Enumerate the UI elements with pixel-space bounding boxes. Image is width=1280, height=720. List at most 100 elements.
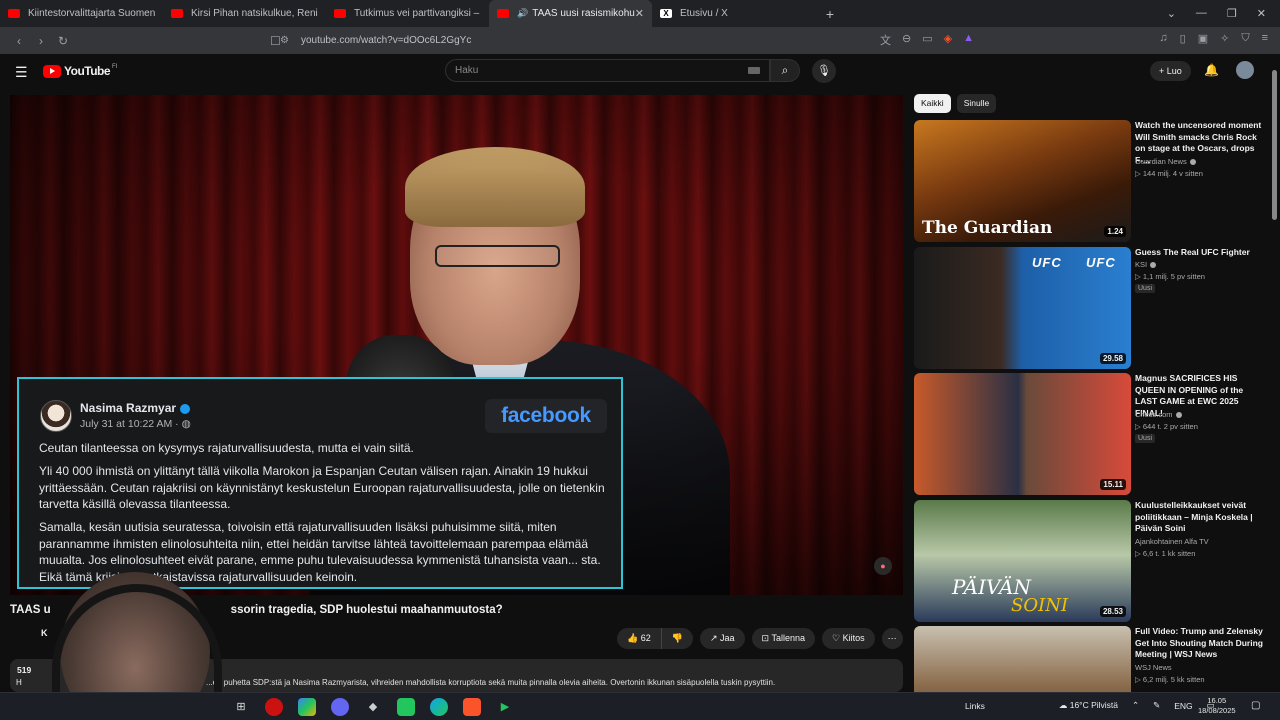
recommendation-item[interactable]: 15.11 Magnus SACRIFICES HIS QUEEN IN OPE… xyxy=(914,373,1264,495)
extensions-icon[interactable]: ✧ xyxy=(1220,32,1229,45)
search-button[interactable]: ⌕ xyxy=(770,59,800,82)
recommendation-item[interactable]: PÄIVÄN SOINI 28.53 Kuulustelleikkaukset … xyxy=(914,500,1264,622)
rec-meta: ▷ 1,1 milj. 5 pv sitten xyxy=(1135,272,1205,281)
video-thumbnail[interactable]: PÄIVÄN SOINI 28.53 xyxy=(914,500,1131,622)
forward-icon[interactable]: › xyxy=(30,34,52,48)
speaker-icon[interactable]: 🔊 xyxy=(517,8,528,19)
minimize-icon[interactable]: — xyxy=(1196,7,1207,20)
wallet-icon[interactable]: ▣ xyxy=(1198,32,1208,45)
tray-chevron-icon[interactable]: ⌃ xyxy=(1132,700,1139,711)
share-button[interactable]: ↗ Jaa xyxy=(699,628,745,649)
play-app-icon[interactable]: ▶ xyxy=(496,698,514,716)
brave-rewards-icon[interactable]: ▲ xyxy=(963,32,974,48)
more-actions-button[interactable]: ⋯ xyxy=(881,628,903,649)
site-info-icon[interactable]: ⚙ xyxy=(280,35,289,46)
browser-tab[interactable]: Kirsi Pihan natsikulkue, Reni heittiti..… xyxy=(163,0,326,27)
rec-channel[interactable]: WSJ News xyxy=(1135,663,1172,672)
avatar[interactable] xyxy=(1236,61,1254,79)
thanks-button[interactable]: ♡ Kiitos xyxy=(821,628,875,649)
fb-author-avatar xyxy=(40,400,72,432)
recommendation-item[interactable]: Full Video: Trump and Zelensky Get Into … xyxy=(914,626,1264,692)
youtube-logo[interactable]: YouTube FI xyxy=(43,64,117,78)
rec-title[interactable]: Kuulustelleikkaukset veivät poliitikkaan… xyxy=(1135,500,1263,535)
weather-widget[interactable]: ☁ 16°C Pilvistä xyxy=(1059,700,1118,711)
zoom-icon[interactable]: ⊖ xyxy=(902,32,911,48)
youtube-icon xyxy=(497,9,509,18)
video-actions: 👍 62 👎 ↗ Jaa ⊡ Tallenna ♡ Kiitos ⋯ xyxy=(617,628,903,649)
facebook-post-overlay: Nasima Razmyar July 31 at 10:22 AM · ◍ f… xyxy=(17,377,623,589)
chip-all[interactable]: Kaikki xyxy=(914,94,951,113)
opera-icon[interactable] xyxy=(265,698,283,716)
save-button[interactable]: ⊡ Tallenna xyxy=(751,628,815,649)
pen-icon[interactable]: ✎ xyxy=(1153,700,1160,711)
menu-icon[interactable]: ≡ xyxy=(1262,32,1268,45)
keyboard-icon[interactable] xyxy=(748,67,760,74)
spreadsheet-icon[interactable] xyxy=(397,698,415,716)
recommendation-item[interactable]: UFC UFC 29.58 Guess The Real UFC Fighter… xyxy=(914,247,1264,369)
rec-title[interactable]: Full Video: Trump and Zelensky Get Into … xyxy=(1135,626,1263,661)
rec-meta: ▷ 644 t. 2 pv sitten xyxy=(1135,422,1198,431)
close-tab-icon[interactable]: ✕ xyxy=(635,7,644,20)
edge-icon[interactable] xyxy=(430,698,448,716)
clock[interactable]: 16.05 18/08/2025 xyxy=(1198,696,1236,716)
video-thumbnail[interactable] xyxy=(914,626,1131,692)
cast-icon[interactable]: ▭ xyxy=(922,32,932,48)
window-controls: ⌄ — ❐ ✕ xyxy=(1167,7,1280,20)
notification-icon[interactable]: ▢ xyxy=(1251,700,1260,711)
windows-taskbar: ⊞ ◆ ▶ Links ☁ 16°C Pilvistä ⌃ ✎ ENG ▭ 16… xyxy=(0,692,1280,720)
reload-icon[interactable]: ↻ xyxy=(52,34,74,48)
messenger-icon[interactable] xyxy=(331,698,349,716)
browser-tab-active[interactable]: 🔊TAAS uusi rasismikohu, WOK...✕ xyxy=(489,0,652,27)
create-button[interactable]: + Luo xyxy=(1150,61,1191,81)
video-thumbnail[interactable]: 15.11 xyxy=(914,373,1131,495)
verified-icon xyxy=(1189,159,1196,166)
dislike-button[interactable]: 👎 xyxy=(662,628,683,649)
video-thumbnail[interactable]: The Guardian 1.24 xyxy=(914,120,1131,242)
browser-tab[interactable]: Tutkimus vei parttivangiksi – Atte Ka... xyxy=(326,0,489,27)
youtube-play-icon xyxy=(43,64,61,78)
language-indicator[interactable]: ENG xyxy=(1174,701,1192,711)
vpn-icon[interactable]: ⛉ xyxy=(1241,32,1249,45)
shield-app-icon[interactable]: ◆ xyxy=(364,698,382,716)
duration-badge: 29.58 xyxy=(1099,353,1126,364)
voice-search-button[interactable]: 🎙 xyxy=(812,59,836,83)
taskbar-apps: ⊞ ◆ ▶ xyxy=(232,698,514,716)
channel-watermark-icon[interactable]: ● xyxy=(874,557,892,575)
scrollbar-thumb[interactable] xyxy=(1272,70,1277,220)
scrollbar[interactable] xyxy=(1270,58,1278,692)
youtube-header: ☰ YouTube FI Haku ⌕ 🎙 + Luo 🔔 xyxy=(0,54,1280,88)
more-icon: ⋯ xyxy=(887,633,897,643)
recommendation-item[interactable]: The Guardian 1.24 Watch the uncensored m… xyxy=(914,120,1264,242)
browser-tab[interactable]: Kiintestorvalittajarta Suomen suos... xyxy=(0,0,163,27)
maximize-icon[interactable]: ❐ xyxy=(1227,7,1237,20)
new-badge: Uusi xyxy=(1135,284,1156,293)
back-icon[interactable]: ‹ xyxy=(8,34,30,48)
heart-dollar-icon: ♡ xyxy=(831,633,841,643)
sidebar-icon[interactable]: ▯ xyxy=(1180,32,1186,45)
hamburger-menu-icon[interactable]: ☰ xyxy=(15,64,28,81)
close-window-icon[interactable]: ✕ xyxy=(1257,7,1266,20)
bell-icon[interactable]: 🔔 xyxy=(1204,63,1219,77)
media-icon[interactable]: ♫ xyxy=(1159,32,1167,45)
search-input[interactable]: Haku xyxy=(445,59,770,82)
translate-icon[interactable]: 文 xyxy=(880,32,891,48)
rec-channel[interactable]: Chess.com xyxy=(1135,410,1182,419)
app-icon[interactable] xyxy=(298,698,316,716)
brave-shield-icon[interactable]: ◈ xyxy=(944,32,952,48)
chip-for-you[interactable]: Sinulle xyxy=(956,94,997,113)
rec-channel[interactable]: Ajankohtainen Alfa TV xyxy=(1135,537,1209,546)
new-tab-button[interactable]: + xyxy=(815,6,845,22)
brave-icon[interactable] xyxy=(463,698,481,716)
share-icon: ↗ xyxy=(709,633,718,643)
fb-paragraph: Yli 40 000 ihmistä on ylittänyt tällä vi… xyxy=(39,464,605,511)
video-thumbnail[interactable]: UFC UFC 29.58 xyxy=(914,247,1131,369)
rec-title[interactable]: Guess The Real UFC Fighter xyxy=(1135,247,1263,259)
links-toolbar[interactable]: Links xyxy=(965,701,985,711)
x-icon: X xyxy=(660,9,672,18)
like-button[interactable]: 👍 62 xyxy=(627,628,662,649)
browser-tab[interactable]: X Etusivu / X xyxy=(652,0,815,27)
tab-search-icon[interactable]: ⌄ xyxy=(1167,7,1176,20)
rec-channel[interactable]: KSI xyxy=(1135,260,1157,269)
task-view-icon[interactable]: ⊞ xyxy=(232,698,250,716)
rec-channel[interactable]: Guardian News xyxy=(1135,157,1196,166)
